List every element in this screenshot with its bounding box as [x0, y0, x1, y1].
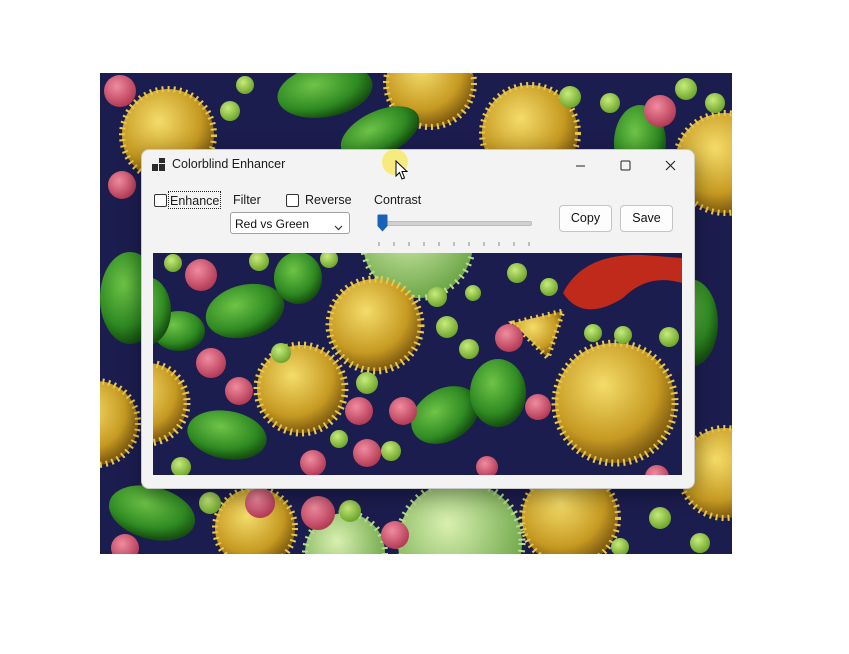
contrast-label: Contrast [374, 193, 422, 207]
maximize-icon [620, 156, 631, 173]
title-bar[interactable]: Colorblind Enhancer [142, 150, 694, 180]
maximize-button[interactable] [602, 150, 648, 180]
copy-button[interactable]: Copy [559, 205, 612, 232]
enhance-label[interactable]: Enhance [170, 194, 219, 208]
chevron-down-icon [334, 219, 343, 231]
minimize-button[interactable] [557, 150, 603, 180]
reverse-label[interactable]: Reverse [305, 193, 352, 207]
close-icon [665, 156, 676, 173]
filter-select[interactable]: Red vs Green [230, 212, 350, 234]
preview-image [153, 253, 682, 475]
close-button[interactable] [647, 150, 693, 180]
contrast-slider-thumb[interactable] [377, 214, 388, 232]
filter-select-value: Red vs Green [235, 217, 310, 231]
filter-label: Filter [233, 193, 261, 207]
reverse-checkbox[interactable] [286, 194, 299, 207]
enhance-checkbox[interactable] [154, 194, 167, 207]
save-button[interactable]: Save [620, 205, 673, 232]
mouse-cursor-icon [395, 159, 409, 181]
contrast-slider-track[interactable] [378, 221, 532, 226]
contrast-slider-ticks [378, 234, 530, 246]
window-title: Colorblind Enhancer [172, 157, 286, 171]
enhance-focus-rect: Enhance [167, 191, 222, 209]
app-window: Colorblind Enhancer Enhance Filter Red v… [141, 149, 695, 489]
app-tiles-icon [152, 158, 166, 172]
minimize-icon [575, 156, 586, 173]
